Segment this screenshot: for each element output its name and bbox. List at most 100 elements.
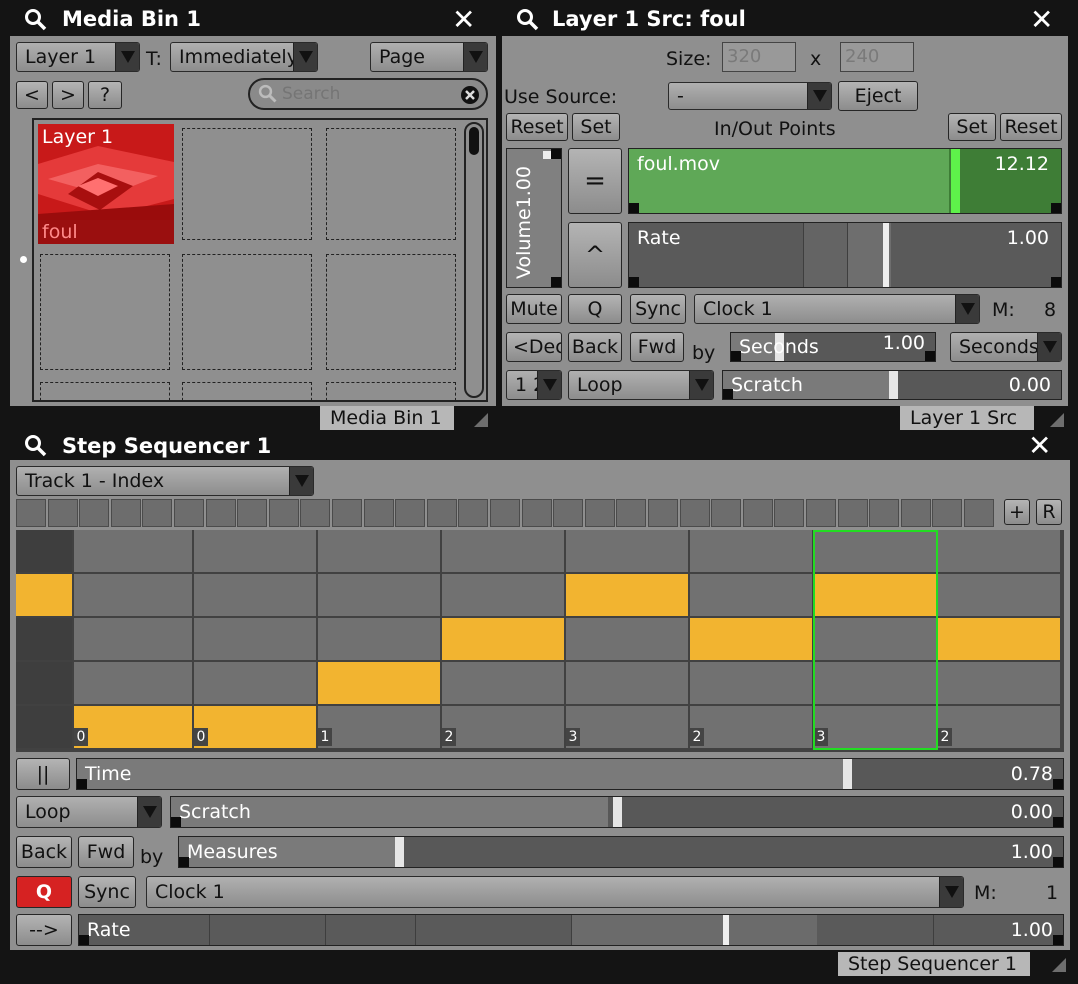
mute-button[interactable]: Mute (506, 294, 562, 324)
seq-loop-select[interactable]: Loop (16, 796, 162, 828)
layer-select[interactable]: Layer 1 (16, 42, 140, 72)
direction-button[interactable]: --> (16, 914, 72, 946)
in-set-button[interactable]: Set (572, 113, 620, 141)
width-field[interactable]: 320 (722, 42, 796, 72)
step-cell[interactable] (814, 530, 938, 574)
half-select[interactable]: 1 2 (506, 370, 562, 400)
source-select[interactable]: - (668, 82, 832, 110)
quantize-button[interactable]: Q (568, 294, 622, 324)
eject-button[interactable]: Eject (838, 81, 918, 111)
step-cell[interactable] (318, 618, 442, 662)
step-cell[interactable] (814, 662, 938, 706)
step-cell[interactable] (566, 530, 690, 574)
step-cell[interactable] (938, 530, 1062, 574)
step-cell[interactable] (74, 574, 194, 618)
clock-select[interactable]: Clock 1 (694, 294, 980, 324)
step-cell[interactable] (566, 662, 690, 706)
step-cell[interactable] (194, 574, 318, 618)
step-cell[interactable] (442, 574, 566, 618)
loop-select[interactable]: Loop (568, 370, 714, 400)
seq-fwd-button[interactable]: Fwd (78, 836, 134, 868)
step-cell[interactable] (690, 618, 814, 662)
step-cell[interactable] (74, 530, 194, 574)
step-cell[interactable] (690, 662, 814, 706)
add-track-button[interactable]: + (1004, 499, 1030, 525)
out-set-button[interactable]: Set (948, 113, 996, 141)
seq-scratch-thumb[interactable] (613, 797, 622, 827)
step-grid[interactable]: 0 0 1 2 3 2 3 2 (16, 530, 1064, 752)
scratch-slider[interactable]: Scratch 0.00 (722, 370, 1062, 400)
measures-slider[interactable]: Measures 1.00 (178, 836, 1064, 868)
time-slider[interactable]: Time 0.78 (76, 758, 1064, 790)
empty-clip-slot[interactable] (326, 128, 456, 240)
resize-grip-icon[interactable] (474, 413, 488, 427)
pause-button[interactable]: || (16, 758, 70, 790)
seconds-unit-select[interactable]: Seconds (950, 332, 1062, 362)
resize-grip-icon[interactable] (1050, 413, 1064, 427)
step-cell[interactable] (814, 706, 938, 750)
clip-grid-scrollbar[interactable] (464, 122, 484, 398)
seconds-slider[interactable]: Seconds 1.00 (730, 332, 936, 362)
step-cell[interactable] (74, 662, 194, 706)
layer-src-tab[interactable]: Layer 1 Src (900, 406, 1034, 430)
step-cell[interactable] (938, 662, 1062, 706)
help-button[interactable]: ? (88, 81, 122, 109)
step-cell[interactable] (690, 574, 814, 618)
track-row-header[interactable] (16, 618, 74, 662)
empty-clip-slot[interactable] (182, 128, 312, 240)
seq-scratch-slider[interactable]: Scratch 0.00 (170, 796, 1064, 828)
track-row-header[interactable] (16, 530, 74, 574)
search-icon[interactable] (24, 434, 48, 463)
empty-clip-slot[interactable] (182, 254, 312, 370)
track-row-header[interactable] (16, 662, 74, 706)
step-cell[interactable] (938, 618, 1062, 662)
out-reset-button[interactable]: Reset (1000, 113, 1062, 141)
step-cell[interactable] (814, 618, 938, 662)
step-cell[interactable] (194, 530, 318, 574)
step-cell[interactable] (194, 662, 318, 706)
scratch-thumb[interactable] (889, 371, 898, 399)
track-row-header[interactable] (16, 706, 74, 750)
clip-position-thumb[interactable] (951, 149, 960, 213)
track-row-header[interactable] (16, 574, 74, 618)
step-cell[interactable] (690, 530, 814, 574)
clip-thumbnail[interactable]: Layer 1 foul (38, 124, 174, 244)
seq-clock-select[interactable]: Clock 1 (146, 876, 964, 908)
rate-slider[interactable]: Rate 1.00 (628, 222, 1062, 288)
step-cell[interactable] (938, 574, 1062, 618)
time-thumb[interactable] (843, 759, 852, 789)
page-select[interactable]: Page (370, 42, 488, 72)
step-cell[interactable] (566, 574, 690, 618)
step-cell[interactable] (194, 706, 318, 750)
step-cell[interactable] (690, 706, 814, 750)
scrollbar-thumb[interactable] (469, 127, 479, 155)
search-field[interactable] (248, 78, 488, 110)
seq-sync-button[interactable]: Sync (78, 876, 136, 908)
sync-button[interactable]: Sync (630, 294, 686, 324)
step-cell[interactable] (442, 662, 566, 706)
step-cell[interactable] (318, 530, 442, 574)
back-button[interactable]: Back (568, 332, 622, 362)
dec-button[interactable]: <Dec (506, 332, 562, 362)
resize-grip-icon[interactable] (1052, 958, 1066, 972)
media-bin-tab[interactable]: Media Bin 1 (320, 406, 454, 430)
empty-clip-slot[interactable] (40, 254, 170, 370)
rate-thumb[interactable] (883, 223, 889, 287)
next-page-button[interactable]: > (52, 81, 84, 109)
seq-quantize-button[interactable]: Q (16, 876, 72, 908)
step-cell[interactable] (318, 574, 442, 618)
seq-back-button[interactable]: Back (16, 836, 72, 868)
prev-page-button[interactable]: < (16, 81, 48, 109)
clip-position-slider[interactable]: foul.mov 12.12 (628, 148, 1062, 214)
search-icon[interactable] (24, 8, 48, 37)
step-sequencer-tab[interactable]: Step Sequencer 1 (838, 952, 1030, 976)
close-icon[interactable]: ✕ (1028, 432, 1051, 460)
empty-clip-slot[interactable] (326, 254, 456, 370)
measures-thumb[interactable] (395, 837, 404, 867)
equal-button[interactable]: = (568, 148, 622, 214)
volume-slider[interactable]: Volume1.00 (506, 148, 562, 288)
step-cell[interactable] (442, 530, 566, 574)
step-cell[interactable] (814, 574, 938, 618)
step-cell[interactable] (566, 706, 690, 750)
empty-clip-slot[interactable] (326, 382, 456, 400)
